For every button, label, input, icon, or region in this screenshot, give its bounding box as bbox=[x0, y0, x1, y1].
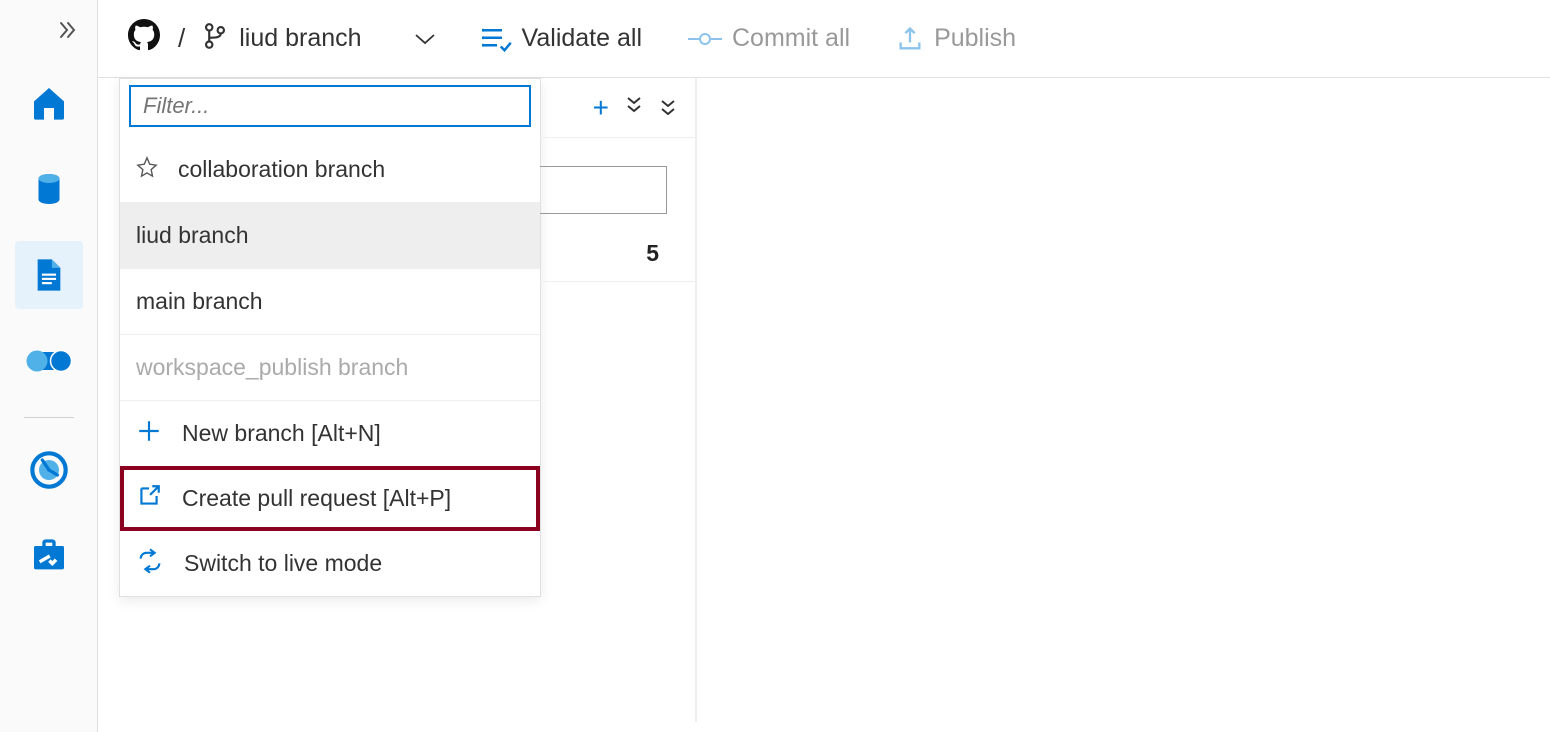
commit-label: Commit all bbox=[732, 24, 850, 53]
action-label: Switch to live mode bbox=[184, 550, 382, 577]
breadcrumb-separator: / bbox=[178, 23, 185, 54]
branch-selector-label: liud branch bbox=[239, 24, 361, 53]
new-branch-button[interactable]: New branch [Alt+N] bbox=[120, 401, 540, 466]
branch-dropdown: collaboration branch liud branch main br… bbox=[119, 78, 541, 597]
nav-home[interactable] bbox=[15, 69, 83, 137]
nav-develop[interactable] bbox=[15, 241, 83, 309]
create-pull-request-button[interactable]: Create pull request [Alt+P] bbox=[120, 466, 540, 531]
dropdown-item-label: liud branch bbox=[136, 222, 249, 249]
branch-filter-input[interactable] bbox=[129, 85, 531, 127]
commit-all-button[interactable]: Commit all bbox=[688, 24, 850, 53]
branch-selector[interactable]: liud branch bbox=[203, 23, 435, 55]
resource-panel: + 5 bbox=[540, 78, 695, 282]
github-icon[interactable] bbox=[128, 19, 160, 58]
expand-all-icon[interactable] bbox=[623, 95, 643, 121]
dropdown-item-label: collaboration branch bbox=[178, 156, 385, 183]
action-label: New branch [Alt+N] bbox=[182, 420, 381, 447]
collapse-all-icon[interactable] bbox=[657, 95, 677, 121]
swap-icon bbox=[136, 547, 164, 581]
panel-divider[interactable] bbox=[695, 78, 697, 722]
publish-label: Publish bbox=[934, 24, 1016, 53]
nav-data[interactable] bbox=[15, 155, 83, 223]
plus-icon[interactable]: + bbox=[593, 92, 609, 124]
dropdown-item-collaboration[interactable]: collaboration branch bbox=[120, 137, 540, 202]
dropdown-item-label: main branch bbox=[136, 288, 263, 315]
validate-all-button[interactable]: Validate all bbox=[482, 24, 642, 53]
dropdown-item-label: workspace_publish branch bbox=[136, 354, 408, 381]
resource-count: 5 bbox=[540, 240, 695, 282]
branch-icon bbox=[203, 23, 227, 55]
left-nav bbox=[0, 0, 98, 732]
external-link-icon bbox=[136, 483, 162, 515]
top-toolbar: / liud branch Validate all Commit all Pu… bbox=[98, 0, 1550, 78]
search-input-partial[interactable] bbox=[540, 166, 667, 214]
nav-integrate[interactable] bbox=[15, 327, 83, 395]
switch-live-mode-button[interactable]: Switch to live mode bbox=[120, 531, 540, 596]
action-label: Create pull request [Alt+P] bbox=[182, 485, 451, 512]
validate-label: Validate all bbox=[522, 24, 642, 53]
nav-monitor[interactable] bbox=[15, 436, 83, 504]
dropdown-item-liud[interactable]: liud branch bbox=[120, 203, 540, 268]
dropdown-item-workspace-publish[interactable]: workspace_publish branch bbox=[120, 335, 540, 400]
dropdown-item-main[interactable]: main branch bbox=[120, 269, 540, 334]
expand-nav-icon[interactable] bbox=[55, 18, 79, 49]
plus-icon bbox=[136, 418, 162, 450]
chevron-down-icon bbox=[414, 26, 436, 52]
nav-divider bbox=[24, 417, 74, 418]
star-icon bbox=[136, 156, 158, 184]
nav-manage[interactable] bbox=[15, 522, 83, 590]
publish-button[interactable]: Publish bbox=[896, 24, 1016, 53]
